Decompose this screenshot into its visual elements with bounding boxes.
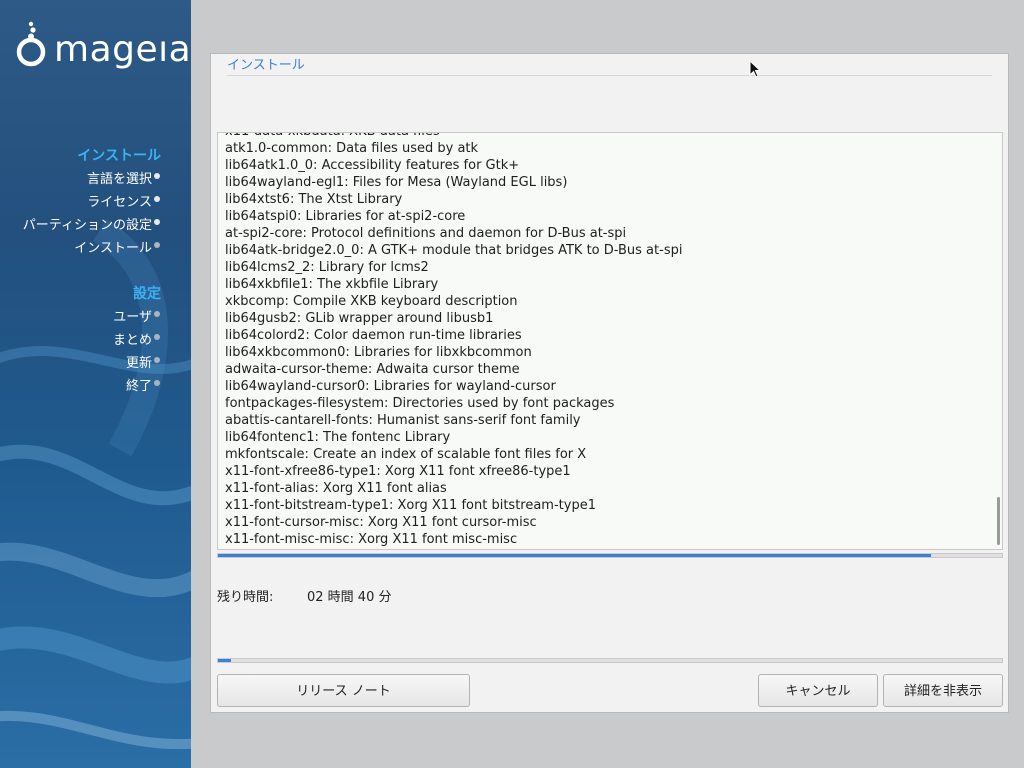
log-line: x11-font-bitstream-type1: Xorg X11 font …	[225, 498, 596, 513]
sidebar-section-install: インストール	[77, 148, 161, 164]
step-pending-dot	[154, 242, 160, 248]
log-line: at-spi2-core: Protocol definitions and d…	[225, 226, 627, 241]
sidebar-item-license: ライセンス	[87, 195, 152, 210]
mouse-pointer-icon	[749, 60, 761, 78]
package-progress-fill	[218, 554, 932, 557]
log-line: lib64colord2: Color daemon run-time libr…	[225, 328, 522, 343]
page-title: インストール	[227, 58, 305, 73]
log-line: atk1.0-common: Data files used by atk	[225, 141, 479, 156]
sidebar-item-summary: まとめ	[112, 333, 152, 348]
sidebar-item-install: インストール	[74, 241, 152, 256]
sidebar-background-swirl	[0, 218, 191, 749]
log-line: x11-font-misc-misc: Xorg X11 font misc-m…	[225, 532, 518, 547]
log-line: abattis-cantarell-fonts: Humanist sans-s…	[225, 413, 581, 428]
log-line: lib64lcms2_2: Library for lcms2	[225, 260, 429, 275]
sidebar-item-finish: 終了	[125, 379, 152, 394]
package-log-lines: x11-data-xkbdata: XKB data files atk1.0-…	[225, 133, 683, 548]
log-line: lib64atk1.0_0: Accessibility features fo…	[225, 158, 520, 173]
sidebar-item-updates: 更新	[125, 356, 152, 371]
hide-details-button[interactable]: 詳細を非表示	[883, 674, 1003, 707]
sidebar-item-users: ユーザ	[113, 310, 152, 325]
package-progress-bar	[217, 553, 1003, 558]
step-done-dot	[154, 173, 160, 179]
install-panel: インストール x11-data-xkbdata: XKB data files …	[210, 53, 1009, 713]
sidebar-section-config: 設定	[133, 286, 161, 302]
log-line: lib64xkbcommon0: Libraries for libxkbcom…	[225, 345, 532, 360]
log-line: xkbcomp: Compile XKB keyboard descriptio…	[225, 294, 518, 309]
sidebar-item-partitioning: パーティションの設定	[22, 218, 152, 233]
sidebar: mageıa インストール 言語を選択 ライセンス パーティションの設定 インス…	[0, 0, 191, 768]
log-line: lib64wayland-egl1: Files for Mesa (Wayla…	[225, 175, 568, 190]
log-line: fontpackages-filesystem: Directories use…	[225, 396, 615, 411]
step-pending-dot	[154, 334, 160, 340]
mageia-logo: mageıa	[14, 18, 191, 72]
log-line: x11-font-cursor-misc: Xorg X11 font curs…	[225, 515, 537, 530]
remaining-time-value: 02 時間 40 分	[307, 590, 392, 605]
total-progress-fill	[218, 659, 231, 662]
log-line: lib64gusb2: GLib wrapper around libusb1	[225, 311, 494, 326]
log-line: mkfontscale: Create an index of scalable…	[225, 447, 587, 462]
log-line: lib64xkbfile1: The xkbfile Library	[225, 277, 439, 292]
log-line: lib64xtst6: The Xtst Library	[225, 192, 403, 207]
log-line: adwaita-cursor-theme: Adwaita cursor the…	[225, 362, 520, 377]
release-notes-button[interactable]: リリース ノート	[217, 674, 470, 707]
log-line: lib64atk-bridge2.0_0: A GTK+ module that…	[225, 243, 683, 258]
title-divider	[227, 75, 992, 76]
sidebar-item-language: 言語を選択	[86, 172, 152, 187]
mageia-wordmark: mageıa	[54, 29, 191, 70]
log-line: lib64wayland-cursor0: Libraries for wayl…	[225, 379, 556, 394]
log-line: x11-font-xfree86-type1: Xorg X11 font xf…	[225, 464, 571, 479]
log-line: lib64fontenc1: The fontenc Library	[225, 430, 451, 445]
log-line: lib64atspi0: Libraries for at-spi2-core	[225, 209, 466, 224]
step-done-dot	[154, 219, 160, 225]
log-scrollbar[interactable]	[997, 497, 1000, 545]
package-log[interactable]: x11-data-xkbdata: XKB data files atk1.0-…	[217, 132, 1003, 550]
step-done-dot	[154, 196, 160, 202]
step-pending-dot	[154, 357, 160, 363]
step-pending-dot	[154, 311, 160, 317]
step-pending-dot	[154, 380, 160, 386]
log-line: x11-font-alias: Xorg X11 font alias	[225, 481, 447, 496]
total-progress-bar	[217, 658, 1003, 663]
mageia-cauldron-icon	[16, 21, 46, 67]
log-line: x11-data-xkbdata: XKB data files	[225, 133, 682, 140]
remaining-time-label: 残り時間:	[217, 590, 274, 605]
cancel-button[interactable]: キャンセル	[758, 674, 878, 707]
